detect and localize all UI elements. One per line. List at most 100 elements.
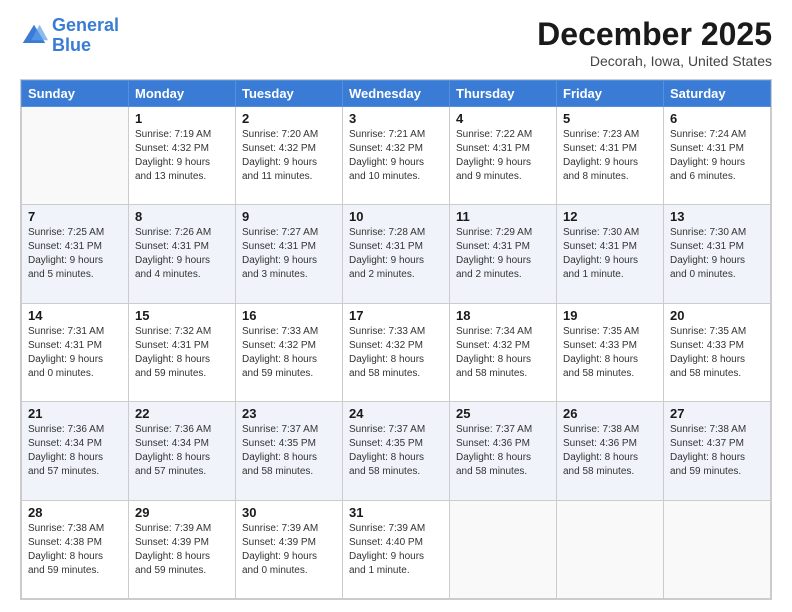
calendar-cell: 3 Sunrise: 7:21 AMSunset: 4:32 PMDaylight… [343,107,450,205]
calendar-cell [450,500,557,598]
day-info: Sunrise: 7:38 AMSunset: 4:37 PMDaylight:… [670,423,764,479]
day-info: Sunrise: 7:25 AMSunset: 4:31 PMDaylight:… [28,226,122,282]
header: General Blue December 2025 Decorah, Iowa… [20,16,772,69]
calendar-cell [22,107,129,205]
calendar: SundayMondayTuesdayWednesdayThursdayFrid… [20,79,772,600]
logo-icon [20,22,48,50]
day-info: Sunrise: 7:23 AMSunset: 4:31 PMDaylight:… [563,128,657,184]
day-info: Sunrise: 7:21 AMSunset: 4:32 PMDaylight:… [349,128,443,184]
day-number: 22 [135,406,229,421]
day-number: 25 [456,406,550,421]
calendar-cell: 6 Sunrise: 7:24 AMSunset: 4:31 PMDaylight… [664,107,771,205]
day-number: 27 [670,406,764,421]
day-number: 30 [242,505,336,520]
calendar-cell: 14Sunrise: 7:31 AMSunset: 4:31 PMDayligh… [22,303,129,401]
day-number: 12 [563,209,657,224]
calendar-cell: 22 Sunrise: 7:36 AMSunset: 4:34 PMDayligh… [129,402,236,500]
day-number: 11 [456,209,550,224]
page: General Blue December 2025 Decorah, Iowa… [0,0,792,612]
calendar-cell: 30 Sunrise: 7:39 AMSunset: 4:39 PMDayligh… [236,500,343,598]
day-number: 13 [670,209,764,224]
calendar-cell: 27 Sunrise: 7:38 AMSunset: 4:37 PMDayligh… [664,402,771,500]
calendar-cell: 10Sunrise: 7:28 AMSunset: 4:31 PMDayligh… [343,205,450,303]
calendar-cell: 4 Sunrise: 7:22 AMSunset: 4:31 PMDaylight… [450,107,557,205]
week-row-2: 14Sunrise: 7:31 AMSunset: 4:31 PMDayligh… [22,303,771,401]
weekday-saturday: Saturday [664,81,771,107]
day-info: Sunrise: 7:27 AMSunset: 4:31 PMDaylight:… [242,226,336,282]
calendar-cell: 28 Sunrise: 7:38 AMSunset: 4:38 PMDayligh… [22,500,129,598]
calendar-cell: 26Sunrise: 7:38 AMSunset: 4:36 PMDayligh… [557,402,664,500]
calendar-cell: 19Sunrise: 7:35 AMSunset: 4:33 PMDayligh… [557,303,664,401]
day-info: Sunrise: 7:33 AMSunset: 4:32 PMDaylight:… [242,325,336,381]
day-number: 8 [135,209,229,224]
day-info: Sunrise: 7:37 AMSunset: 4:36 PMDaylight:… [456,423,550,479]
day-number: 28 [28,505,122,520]
day-info: Sunrise: 7:26 AMSunset: 4:31 PMDaylight:… [135,226,229,282]
weekday-header: SundayMondayTuesdayWednesdayThursdayFrid… [22,81,771,107]
calendar-cell: 1 Sunrise: 7:19 AMSunset: 4:32 PMDaylight… [129,107,236,205]
calendar-body: 1 Sunrise: 7:19 AMSunset: 4:32 PMDaylight… [22,107,771,599]
title-block: December 2025 Decorah, Iowa, United Stat… [537,16,772,69]
day-info: Sunrise: 7:29 AMSunset: 4:31 PMDaylight:… [456,226,550,282]
day-number: 3 [349,111,443,126]
day-info: Sunrise: 7:36 AMSunset: 4:34 PMDaylight:… [28,423,122,479]
day-info: Sunrise: 7:19 AMSunset: 4:32 PMDaylight:… [135,128,229,184]
day-info: Sunrise: 7:36 AMSunset: 4:34 PMDaylight:… [135,423,229,479]
calendar-cell: 21 Sunrise: 7:36 AMSunset: 4:34 PMDayligh… [22,402,129,500]
calendar-cell: 11 Sunrise: 7:29 AMSunset: 4:31 PMDayligh… [450,205,557,303]
day-number: 18 [456,308,550,323]
main-title: December 2025 [537,16,772,53]
calendar-cell: 16 Sunrise: 7:33 AMSunset: 4:32 PMDayligh… [236,303,343,401]
day-number: 6 [670,111,764,126]
day-number: 20 [670,308,764,323]
calendar-cell: 15 Sunrise: 7:32 AMSunset: 4:31 PMDayligh… [129,303,236,401]
day-number: 16 [242,308,336,323]
day-number: 21 [28,406,122,421]
day-info: Sunrise: 7:39 AMSunset: 4:39 PMDaylight:… [242,522,336,578]
calendar-cell: 31 Sunrise: 7:39 AMSunset: 4:40 PMDayligh… [343,500,450,598]
day-number: 23 [242,406,336,421]
calendar-cell [557,500,664,598]
calendar-cell: 25 Sunrise: 7:37 AMSunset: 4:36 PMDayligh… [450,402,557,500]
day-info: Sunrise: 7:24 AMSunset: 4:31 PMDaylight:… [670,128,764,184]
day-info: Sunrise: 7:30 AMSunset: 4:31 PMDaylight:… [563,226,657,282]
calendar-cell: 29 Sunrise: 7:39 AMSunset: 4:39 PMDayligh… [129,500,236,598]
day-info: Sunrise: 7:39 AMSunset: 4:39 PMDaylight:… [135,522,229,578]
day-info: Sunrise: 7:38 AMSunset: 4:38 PMDaylight:… [28,522,122,578]
day-number: 17 [349,308,443,323]
calendar-cell: 12 Sunrise: 7:30 AMSunset: 4:31 PMDayligh… [557,205,664,303]
day-info: Sunrise: 7:33 AMSunset: 4:32 PMDaylight:… [349,325,443,381]
day-info: Sunrise: 7:35 AMSunset: 4:33 PMDaylight:… [670,325,764,381]
day-number: 7 [28,209,122,224]
day-info: Sunrise: 7:22 AMSunset: 4:31 PMDaylight:… [456,128,550,184]
day-number: 29 [135,505,229,520]
calendar-cell: 17 Sunrise: 7:33 AMSunset: 4:32 PMDayligh… [343,303,450,401]
calendar-cell: 20 Sunrise: 7:35 AMSunset: 4:33 PMDayligh… [664,303,771,401]
day-number: 1 [135,111,229,126]
calendar-cell: 8 Sunrise: 7:26 AMSunset: 4:31 PMDaylight… [129,205,236,303]
day-info: Sunrise: 7:37 AMSunset: 4:35 PMDaylight:… [349,423,443,479]
weekday-monday: Monday [129,81,236,107]
weekday-friday: Friday [557,81,664,107]
week-row-4: 28 Sunrise: 7:38 AMSunset: 4:38 PMDayligh… [22,500,771,598]
logo: General Blue [20,16,119,56]
day-info: Sunrise: 7:39 AMSunset: 4:40 PMDaylight:… [349,522,443,578]
day-info: Sunrise: 7:34 AMSunset: 4:32 PMDaylight:… [456,325,550,381]
day-info: Sunrise: 7:32 AMSunset: 4:31 PMDaylight:… [135,325,229,381]
day-info: Sunrise: 7:30 AMSunset: 4:31 PMDaylight:… [670,226,764,282]
day-number: 14 [28,308,122,323]
day-number: 4 [456,111,550,126]
calendar-cell: 23Sunrise: 7:37 AMSunset: 4:35 PMDayligh… [236,402,343,500]
calendar-cell: 18 Sunrise: 7:34 AMSunset: 4:32 PMDayligh… [450,303,557,401]
subtitle: Decorah, Iowa, United States [537,53,772,69]
day-number: 9 [242,209,336,224]
calendar-cell: 5Sunrise: 7:23 AMSunset: 4:31 PMDaylight… [557,107,664,205]
day-number: 15 [135,308,229,323]
day-number: 26 [563,406,657,421]
weekday-tuesday: Tuesday [236,81,343,107]
weekday-wednesday: Wednesday [343,81,450,107]
week-row-3: 21 Sunrise: 7:36 AMSunset: 4:34 PMDayligh… [22,402,771,500]
calendar-cell: 2Sunrise: 7:20 AMSunset: 4:32 PMDaylight… [236,107,343,205]
day-number: 31 [349,505,443,520]
calendar-cell: 13 Sunrise: 7:30 AMSunset: 4:31 PMDayligh… [664,205,771,303]
